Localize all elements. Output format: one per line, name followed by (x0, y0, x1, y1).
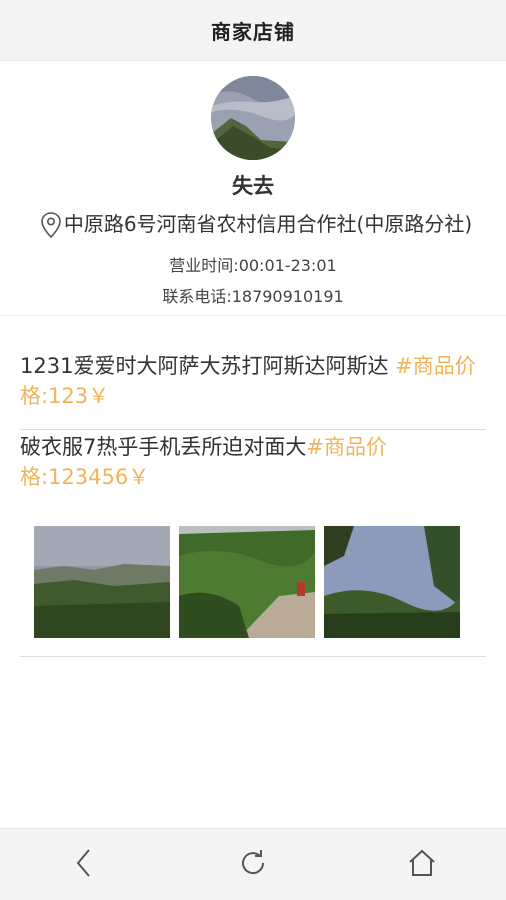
post-text: 1231爱爱时大阿萨大苏打阿斯达阿斯达 (20, 354, 396, 378)
post-image-grid (20, 492, 486, 638)
location-pin-icon (38, 211, 64, 247)
shop-name: 失去 (232, 174, 274, 198)
shop-address-row: 中原路6号河南省农村信用合作社(中原路分社) (26, 210, 484, 247)
shop-page: 商家店铺 失去 中原路6号河南省农村信用合作社(中原路分社) 营业时间:00:0… (0, 0, 506, 900)
refresh-button[interactable] (223, 840, 283, 890)
shop-address: 中原路6号河南省农村信用合作社(中原路分社) (63, 212, 473, 236)
back-button[interactable] (54, 840, 114, 890)
chevron-left-icon (74, 848, 94, 882)
post-list: 1231爱爱时大阿萨大苏打阿斯达阿斯达 #商品价格:123￥ 破衣服7热乎手机丢… (0, 316, 506, 657)
post-content: 破衣服7热乎手机丢所迫对面大#商品价格:123456￥ (20, 432, 486, 492)
post-content: 1231爱爱时大阿萨大苏打阿斯达阿斯达 #商品价格:123￥ (20, 349, 486, 411)
shop-header: 失去 中原路6号河南省农村信用合作社(中原路分社) 营业时间:00:01-23:… (0, 61, 506, 316)
home-icon (407, 848, 437, 882)
shop-phone[interactable]: 联系电话:18790910191 (0, 285, 506, 309)
post-image[interactable] (324, 526, 460, 638)
post-item[interactable]: 破衣服7热乎手机丢所迫对面大#商品价格:123456￥ (20, 432, 486, 657)
shop-avatar[interactable] (211, 76, 295, 160)
top-bar: 商家店铺 (0, 0, 506, 61)
post-image[interactable] (34, 526, 170, 638)
home-button[interactable] (392, 840, 452, 890)
refresh-icon (238, 848, 268, 882)
shop-hours: 营业时间:00:01-23:01 (169, 256, 337, 275)
post-text: 破衣服7热乎手机丢所迫对面大 (20, 435, 307, 459)
bottom-nav-bar (0, 828, 506, 900)
post-item[interactable]: 1231爱爱时大阿萨大苏打阿斯达阿斯达 #商品价格:123￥ (20, 316, 486, 430)
post-image[interactable] (179, 526, 315, 638)
page-title: 商家店铺 (211, 19, 295, 44)
